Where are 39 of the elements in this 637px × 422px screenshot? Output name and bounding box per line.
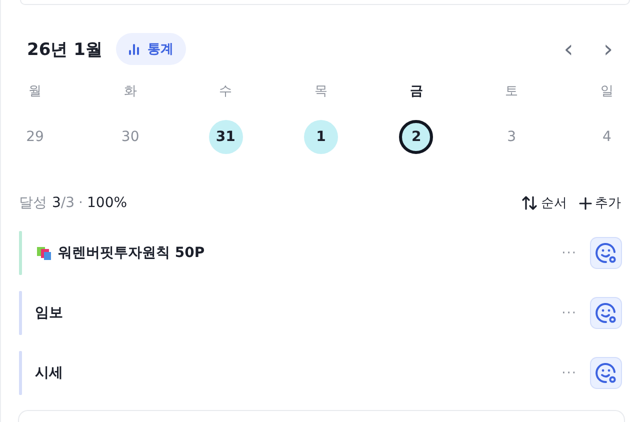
weekday-label: 금: [408, 83, 424, 101]
weekday-label: 화: [122, 83, 138, 101]
stats-button[interactable]: 통계: [116, 33, 186, 65]
total-count: /3: [60, 195, 75, 211]
weekday-label: 일: [599, 83, 614, 101]
more-button[interactable]: ···: [562, 366, 577, 380]
day-button[interactable]: 1: [304, 120, 338, 154]
day-button[interactable]: 2: [399, 120, 434, 154]
weekday-label: 월: [28, 83, 42, 101]
done-count: 3: [52, 195, 61, 211]
task-title: 임보: [35, 304, 63, 322]
feeling-button[interactable]: [590, 237, 622, 269]
task-title: 워렌버핏투자원칙 50P: [58, 244, 205, 262]
smiley-icon: [595, 362, 617, 384]
feeling-button[interactable]: [590, 297, 622, 329]
smiley-icon: [595, 302, 617, 324]
sort-button[interactable]: 순서: [522, 194, 567, 212]
task-title: 시세: [35, 364, 63, 382]
plus-icon: [579, 196, 592, 210]
previous-month-button[interactable]: ‹: [562, 37, 576, 61]
achievement-label: 달성: [19, 194, 47, 212]
day-button[interactable]: 31: [208, 120, 243, 154]
feeling-button[interactable]: [590, 357, 622, 389]
day-button[interactable]: 30: [113, 120, 148, 154]
sort-arrows-icon: [522, 196, 538, 210]
separator-dot: ·: [78, 195, 83, 211]
add-button[interactable]: 추가: [579, 194, 621, 212]
smiley-icon: [595, 242, 617, 264]
weekday-label: 토: [504, 83, 520, 101]
more-button[interactable]: ···: [562, 246, 577, 260]
weekday-label: 목: [313, 83, 328, 101]
day-button[interactable]: 29: [18, 120, 52, 154]
percent-text: 100%: [87, 195, 128, 211]
day-button[interactable]: 3: [494, 120, 529, 154]
more-button[interactable]: ···: [562, 306, 577, 320]
next-month-button[interactable]: ›: [601, 37, 615, 61]
weekday-label: 수: [218, 83, 234, 101]
day-button[interactable]: 4: [590, 120, 624, 154]
month-title: 26년 1월: [27, 38, 102, 60]
